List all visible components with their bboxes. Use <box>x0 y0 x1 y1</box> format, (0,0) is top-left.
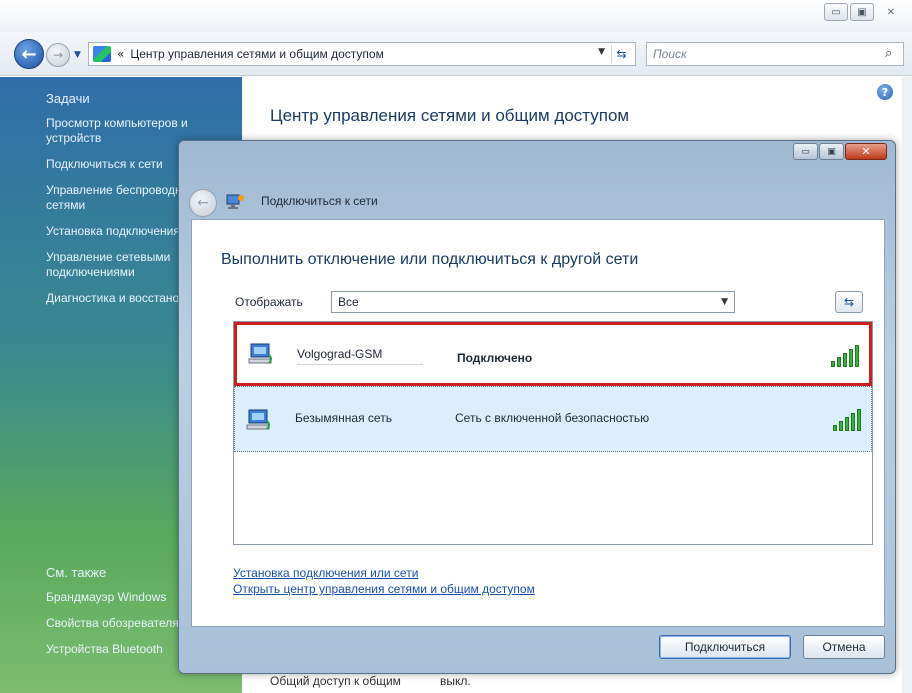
network-list[interactable]: Volgograd-GSM Подключено Безымянная сеть… <box>233 321 873 545</box>
dialog-maximize-button[interactable]: ▣ <box>819 143 844 160</box>
history-dropdown-icon[interactable]: ▼ <box>74 50 81 60</box>
chevron-down-icon: ▼ <box>721 297 728 307</box>
show-filter-label: Отображать <box>235 295 303 309</box>
main-window-controls: ▭ ▣ ✕ <box>824 3 906 23</box>
address-dropdown-icon[interactable]: ▼ <box>598 47 605 57</box>
search-input[interactable]: Поиск ⌕ <box>646 42 904 66</box>
network-row-selected[interactable]: Volgograd-GSM Подключено <box>234 322 872 386</box>
wireless-network-icon <box>248 343 272 364</box>
dialog-close-button[interactable]: ✕ <box>845 143 887 160</box>
show-filter-value: Все <box>338 295 359 309</box>
dialog-heading: Выполнить отключение или подключиться к … <box>221 251 639 268</box>
sidebar-heading-tasks: Задачи <box>46 91 90 106</box>
refresh-networks-button[interactable]: ⇆ <box>835 291 863 313</box>
dialog-back-button[interactable]: ← <box>189 189 217 217</box>
network-status: Сеть с включенной безопасностью <box>455 411 650 425</box>
network-icon <box>226 194 244 209</box>
network-center-icon <box>93 46 111 62</box>
dialog-minimize-button[interactable]: ▭ <box>793 143 818 160</box>
address-bar[interactable]: « Центр управления сетями и общим доступ… <box>88 42 636 66</box>
network-row[interactable]: Безымянная сеть Сеть с включенной безопа… <box>234 386 872 452</box>
screen: ▭ ▣ ✕ ← → ▼ « Центр управления сетями и … <box>0 0 912 693</box>
show-filter-select[interactable]: Все ▼ <box>331 291 735 313</box>
minimize-button[interactable]: ▭ <box>824 3 848 21</box>
back-button[interactable]: ← <box>14 39 44 69</box>
search-icon[interactable]: ⌕ <box>885 46 899 61</box>
signal-strength-icon <box>833 407 861 431</box>
help-icon[interactable]: ? <box>877 84 893 100</box>
sharing-row-value[interactable]: выкл. <box>440 674 471 688</box>
setup-connection-link[interactable]: Установка подключения или сети <box>233 566 418 580</box>
maximize-button[interactable]: ▣ <box>850 3 874 21</box>
signal-strength-icon <box>831 343 859 367</box>
breadcrumb[interactable]: Центр управления сетями и общим доступом <box>130 47 384 61</box>
wireless-network-icon <box>246 409 270 430</box>
sharing-row-label: Общий доступ к общим <box>270 674 401 688</box>
connect-dialog: ▭ ▣ ✕ ← Подключиться к сети Выполнить от… <box>178 140 896 674</box>
forward-button[interactable]: → <box>46 43 70 67</box>
refresh-icon[interactable]: ⇆ <box>611 45 631 63</box>
connect-button[interactable]: Подключиться <box>659 635 791 659</box>
cancel-button[interactable]: Отмена <box>803 635 885 659</box>
main-scrollbar[interactable] <box>902 77 912 693</box>
page-title: Центр управления сетями и общим доступом <box>270 106 630 125</box>
open-network-center-link[interactable]: Открыть центр управления сетями и общим … <box>233 582 535 596</box>
address-toolbar: ← → ▼ « Центр управления сетями и общим … <box>0 32 912 76</box>
dialog-title: Подключиться к сети <box>261 194 378 208</box>
network-status: Подключено <box>457 351 533 365</box>
close-button[interactable]: ✕ <box>876 3 906 21</box>
breadcrumb-overflow[interactable]: « <box>117 47 124 61</box>
search-placeholder: Поиск <box>653 47 687 61</box>
network-name: Volgograd-GSM <box>297 347 423 365</box>
main-title-bar: ▭ ▣ ✕ <box>0 0 912 32</box>
network-name: Безымянная сеть <box>295 411 392 425</box>
dialog-window-controls: ▭ ▣ ✕ <box>793 143 887 160</box>
